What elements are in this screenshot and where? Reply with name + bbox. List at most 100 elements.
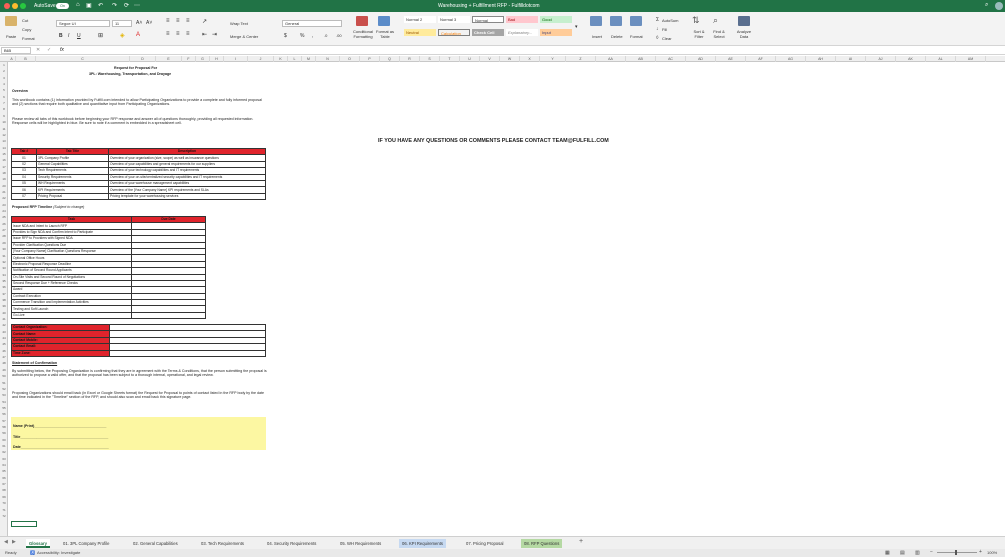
contact-input[interactable]	[109, 349, 266, 357]
row-header[interactable]: 22	[0, 196, 8, 200]
indent-icon[interactable]: ⇤	[202, 31, 207, 38]
row-header[interactable]: 34	[0, 273, 8, 277]
row-header[interactable]: 8	[0, 107, 8, 111]
row-header[interactable]: 60	[0, 438, 8, 442]
comma-icon[interactable]: ,	[312, 33, 313, 39]
style-normal[interactable]: Normal	[472, 16, 504, 23]
next-sheet-icon[interactable]: ▶	[12, 539, 16, 545]
row-header[interactable]: 43	[0, 330, 8, 334]
tab-pricing-proposal[interactable]: 07. Pricing Proposal	[463, 539, 506, 548]
save-icon[interactable]: ▣	[86, 2, 92, 9]
row-header[interactable]: 61	[0, 444, 8, 448]
row-header[interactable]: 51	[0, 381, 8, 385]
refresh-icon[interactable]: ⟳	[124, 2, 129, 9]
row-header[interactable]: 67	[0, 482, 8, 486]
analyze-data-icon[interactable]	[738, 16, 750, 26]
row-header[interactable]: 19	[0, 177, 8, 181]
row-header[interactable]: 6	[0, 95, 8, 99]
row-header[interactable]: 20	[0, 184, 8, 188]
sort-filter-button[interactable]: Sort & Filter	[690, 29, 708, 39]
style-good[interactable]: Good	[540, 16, 572, 23]
row-header[interactable]: 57	[0, 419, 8, 423]
zoom-slider[interactable]	[937, 552, 977, 553]
row-header[interactable]: 66	[0, 476, 8, 480]
table-cell[interactable]: Pricing Proposal	[36, 192, 109, 201]
row-header[interactable]: 47	[0, 355, 8, 359]
name-box[interactable]: B65	[1, 47, 31, 54]
row-header[interactable]: 10	[0, 120, 8, 124]
enter-icon[interactable]: ✓	[47, 47, 51, 53]
wrap-text-button[interactable]: Wrap Text	[230, 21, 248, 26]
selected-cell[interactable]	[11, 521, 37, 527]
row-header[interactable]: 72	[0, 514, 8, 518]
row-header[interactable]: 35	[0, 279, 8, 283]
paste-icon[interactable]	[5, 16, 17, 26]
normal-view-icon[interactable]: ▦	[885, 550, 890, 556]
row-header[interactable]: 63	[0, 457, 8, 461]
row-header[interactable]: 7	[0, 101, 8, 105]
row-header[interactable]: 14	[0, 146, 8, 150]
autosum-button[interactable]: AutoSum	[662, 18, 678, 23]
row-header[interactable]: 50	[0, 374, 8, 378]
row-header[interactable]: 23	[0, 203, 8, 207]
row-header[interactable]: 69	[0, 495, 8, 499]
row-header[interactable]: 44	[0, 336, 8, 340]
currency-icon[interactable]: $	[284, 33, 287, 39]
row-header[interactable]: 16	[0, 158, 8, 162]
undo-icon[interactable]: ↶	[98, 2, 103, 9]
style-input[interactable]: Input	[540, 29, 572, 36]
row-header[interactable]: 68	[0, 488, 8, 492]
styles-more-icon[interactable]: ▾	[575, 24, 578, 30]
tab-rfp-questions[interactable]: 08. RFP Questions	[521, 539, 563, 548]
timeline-due-date[interactable]	[131, 311, 206, 320]
row-header[interactable]: 33	[0, 266, 8, 270]
row-header[interactable]: 38	[0, 298, 8, 302]
minimize-window-icon[interactable]	[12, 3, 18, 9]
row-header[interactable]: 1	[0, 63, 8, 67]
tab-3pl-company-profile[interactable]: 01. 3PL Company Profile	[60, 539, 112, 548]
fill-button[interactable]: Fill	[662, 27, 667, 32]
table-cell[interactable]: Pricing template for your warehousing se…	[108, 192, 266, 201]
avatar[interactable]	[995, 2, 1003, 10]
search-icon[interactable]: ⌕	[985, 2, 988, 9]
row-header[interactable]: 46	[0, 349, 8, 353]
row-header[interactable]: 9	[0, 114, 8, 118]
row-header[interactable]: 56	[0, 412, 8, 416]
find-select-button[interactable]: Find & Select	[710, 29, 728, 39]
row-header[interactable]: 58	[0, 425, 8, 429]
row-header[interactable]: 31	[0, 254, 8, 258]
row-header[interactable]: 27	[0, 228, 8, 232]
close-window-icon[interactable]	[4, 3, 10, 9]
style-calculation[interactable]: Calculation	[438, 29, 470, 36]
row-header[interactable]: 13	[0, 139, 8, 143]
more-icon[interactable]: ⋯	[134, 2, 140, 9]
row-header[interactable]: 18	[0, 171, 8, 175]
row-header[interactable]: 55	[0, 406, 8, 410]
zoom-in-icon[interactable]: +	[979, 549, 982, 555]
align-right-icon[interactable]: ≡	[186, 31, 190, 37]
row-header[interactable]: 45	[0, 342, 8, 346]
align-center-icon[interactable]: ≡	[176, 31, 180, 37]
percent-icon[interactable]: %	[300, 33, 304, 39]
align-left-icon[interactable]: ≡	[166, 31, 170, 37]
align-bottom-icon[interactable]: ≡	[186, 18, 190, 24]
copy-button[interactable]: Copy	[22, 27, 31, 32]
find-select-icon[interactable]: ⌕	[713, 15, 718, 26]
row-header[interactable]: 4	[0, 82, 8, 86]
page-break-icon[interactable]: ▥	[915, 550, 920, 556]
format-icon[interactable]	[630, 16, 642, 26]
decrease-decimal-icon[interactable]: .00	[336, 33, 342, 38]
accessibility-status[interactable]: Accessibility: Investigate	[37, 550, 80, 555]
row-header[interactable]: 2	[0, 69, 8, 73]
delete-button[interactable]: Delete	[611, 34, 623, 39]
signature-block[interactable]: Name (Print)____________________________…	[11, 417, 266, 450]
increase-font-icon[interactable]: A˄	[136, 20, 142, 26]
insert-icon[interactable]	[590, 16, 602, 26]
underline-icon[interactable]: U	[77, 33, 81, 39]
font-size-select[interactable]: 11	[112, 20, 132, 27]
row-header[interactable]: 28	[0, 234, 8, 238]
worksheet[interactable]: Request for Proposal For 3PL: Warehousin…	[8, 62, 1005, 536]
row-header[interactable]: 36	[0, 285, 8, 289]
format-table-icon[interactable]	[378, 16, 390, 26]
orientation-icon[interactable]: ↗	[202, 18, 207, 25]
